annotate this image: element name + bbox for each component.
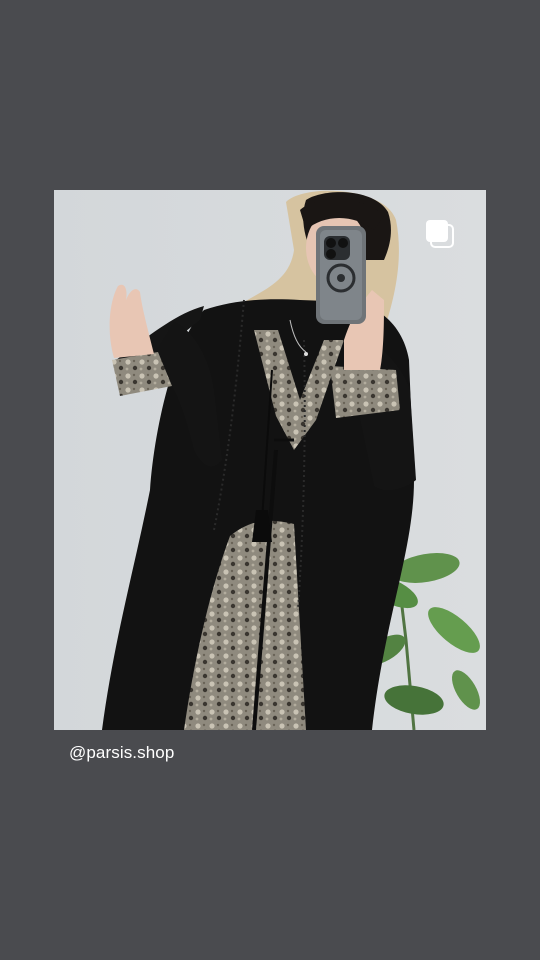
- shared-post[interactable]: [54, 190, 486, 730]
- multiple-images-icon: [424, 218, 456, 250]
- post-photo: [54, 190, 486, 730]
- story-viewer: @parsis.shop: [0, 0, 540, 960]
- post-username[interactable]: @parsis.shop: [69, 743, 174, 763]
